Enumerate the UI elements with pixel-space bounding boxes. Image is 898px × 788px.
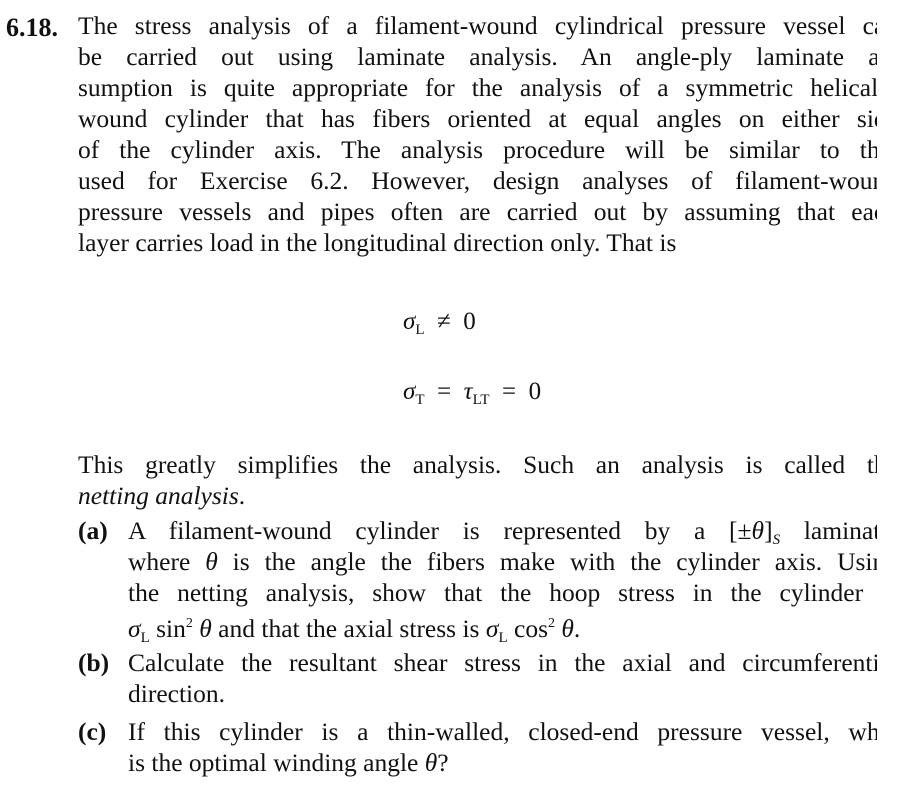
part-b-line: Calculate the resultant shear stress in … <box>128 648 877 677</box>
netting-analysis-term: netting analysis <box>78 481 239 510</box>
intro-line: be carried out using laminate analysis. … <box>78 42 877 71</box>
page-clip: 6.18. The stress analysis of a filament-… <box>0 0 877 788</box>
part-a-line: where θ is the angle the fibers make wit… <box>128 547 877 576</box>
intro-line: of the cylinder axis. The analysis proce… <box>78 135 877 164</box>
intro-line: pressure vessels and pipes often are car… <box>78 197 877 226</box>
part-c-label: (c) <box>78 717 107 746</box>
equation-sigma-t-tau-lt-zero: σT = τLT = 0 <box>403 378 542 408</box>
problem-number: 6.18. <box>6 13 58 42</box>
part-b-label: (b) <box>78 648 110 677</box>
equation-sigma-l-nonzero: σL ≠ 0 <box>403 308 476 338</box>
intro-line: sumption is quite appropriate for the an… <box>78 73 877 102</box>
textbook-page: 6.18. The stress analysis of a filament-… <box>0 0 898 788</box>
netting-term-line: netting analysis. <box>78 481 246 510</box>
part-c-line: If this cylinder is a thin-walled, close… <box>128 717 877 746</box>
intro-line: wound cylinder that has fibers oriented … <box>78 104 877 133</box>
part-a-line: the netting analysis, show that the hoop… <box>128 578 877 607</box>
intro-line: The stress analysis of a filament-wound … <box>78 11 877 40</box>
intro-line: layer carries load in the longitudinal d… <box>78 228 677 257</box>
part-c-line: is the optimal winding angle θ? <box>128 748 449 777</box>
netting-description-line: This greatly simplifies the analysis. Su… <box>78 450 877 479</box>
part-a-label: (a) <box>78 516 108 545</box>
part-b-line: direction. <box>128 679 226 708</box>
intro-line: used for Exercise 6.2. However, design a… <box>78 166 877 195</box>
